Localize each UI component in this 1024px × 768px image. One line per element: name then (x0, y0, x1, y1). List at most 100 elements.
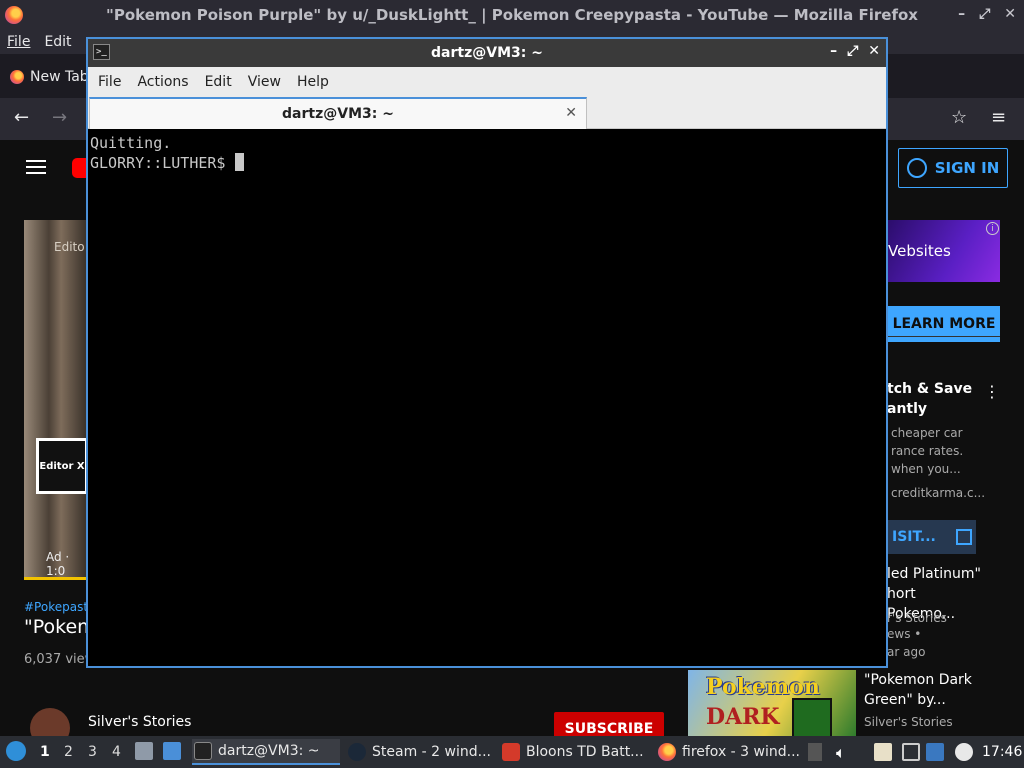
desktop: "Pokemon Poison Purple" by u/_DuskLightt… (0, 0, 1024, 768)
visit-label: ISIT... (892, 529, 936, 545)
recommendation-title[interactable]: "Pokemon Dark Green" by... (864, 670, 1004, 710)
firefox-icon (5, 6, 23, 24)
workspace-1[interactable]: 1 (40, 744, 50, 760)
thumbnail-text-top: Pokemon (706, 674, 820, 700)
app-menu-icon[interactable]: ≡ (991, 107, 1006, 128)
taskbar-task-label: Bloons TD Batt... (526, 744, 644, 760)
terminal-tab[interactable]: dartz@VM3: ~ ✕ (89, 97, 587, 129)
terminal-menubar: File Actions Edit View Help (88, 67, 886, 97)
terminal-menu-actions[interactable]: Actions (129, 74, 196, 90)
terminal-menu-file[interactable]: File (90, 74, 129, 90)
close-icon[interactable]: ✕ (868, 43, 880, 59)
firefox-tab-new-tab[interactable]: New Tab (6, 62, 90, 92)
sign-in-label: SIGN IN (934, 159, 1000, 177)
workspace-3[interactable]: 3 (88, 744, 97, 760)
recommendation-age: ar ago (887, 645, 926, 659)
minimize-icon[interactable]: – (958, 6, 965, 22)
terminal-icon (194, 742, 212, 760)
volume-icon[interactable]: 🔈︎ (836, 743, 854, 762)
terminal-tabbar: dartz@VM3: ~ ✕ (88, 97, 886, 129)
firefox-tab-icon (10, 70, 24, 84)
workspace-2[interactable]: 2 (64, 744, 73, 760)
firefox-menu-file[interactable]: File (7, 34, 30, 50)
firefox-window-title: "Pokemon Poison Purple" by u/_DuskLightt… (106, 6, 918, 24)
clock[interactable]: 17:46 (982, 744, 1022, 760)
thumbnail-text-bottom: DARK (706, 704, 780, 730)
recommendation-channel: Silver's Stories (864, 715, 953, 729)
start-menu-icon[interactable] (6, 741, 26, 761)
terminal-output[interactable]: Quitting. GLORRY::LUTHER$ (88, 129, 886, 666)
player-overlay-text: Edito (54, 240, 85, 254)
taskbar-task-steam[interactable]: Steam - 2 wind... (346, 739, 496, 765)
minimize-icon[interactable]: – (830, 43, 837, 59)
hamburger-menu-icon[interactable] (26, 160, 46, 174)
display-icon[interactable] (902, 743, 920, 761)
terminal-icon: >_ (93, 44, 110, 60)
ad2-description: cheaper car rance rates. when you... (891, 426, 964, 476)
firefox-icon (658, 743, 676, 761)
terminal-prompt: GLORRY::LUTHER$ (90, 154, 226, 172)
firefox-tab-label: New Tab (30, 69, 89, 85)
maximize-icon[interactable]: ⤢ (847, 43, 858, 59)
more-options-icon[interactable]: ⋮ (984, 382, 1000, 401)
channel-row: Silver's Stories SUBSCRIBE (24, 706, 664, 748)
terminal-window-title: dartz@VM3: ~ (431, 45, 543, 61)
video-player[interactable]: Edito Editor X Ad · 1:0 (24, 220, 88, 580)
clipboard-icon[interactable] (874, 743, 892, 761)
channel-name[interactable]: Silver's Stories (88, 714, 191, 730)
info-icon[interactable]: i (986, 222, 999, 235)
external-link-icon (955, 529, 972, 545)
sidebar-ad-banner[interactable]: Vebsites (888, 220, 1000, 282)
terminal-prompt-line: GLORRY::LUTHER$ (90, 153, 884, 173)
ad2-title[interactable]: tch & Save antly (887, 379, 977, 419)
video-progress-bar[interactable] (24, 577, 86, 580)
update-notification-icon[interactable] (926, 743, 944, 761)
taskbar-task-firefox[interactable]: firefox - 3 wind... (656, 739, 804, 765)
maximize-icon[interactable]: ⤢ (979, 6, 990, 22)
terminal-window-controls: – ⤢ ✕ (830, 43, 880, 59)
terminal-menu-edit[interactable]: Edit (197, 74, 240, 90)
recommendation-views: ews • (887, 627, 922, 641)
taskbar: 1 2 3 4 dartz@VM3: ~ Steam - 2 wind... B… (0, 736, 1024, 768)
taskbar-task-label: dartz@VM3: ~ (218, 743, 320, 759)
scroll-icon[interactable] (808, 743, 822, 761)
bookmark-star-icon[interactable]: ☆ (951, 107, 967, 128)
view-count: 6,037 view (24, 652, 96, 667)
firefox-titlebar: "Pokemon Poison Purple" by u/_DuskLightt… (0, 0, 1024, 30)
ad2-domain: creditkarma.c... (891, 486, 986, 500)
back-arrow-icon[interactable]: ← (14, 107, 29, 128)
hashtag-link[interactable]: #Pokepasta (24, 600, 95, 614)
workspace-4[interactable]: 4 (112, 744, 121, 760)
text-cursor (235, 153, 245, 171)
terminal-line: Quitting. (90, 134, 172, 152)
firefox-window-controls: – ⤢ ✕ (958, 6, 1016, 22)
taskbar-task-label: Steam - 2 wind... (372, 744, 491, 760)
divider (888, 336, 1000, 337)
taskbar-task-terminal[interactable]: dartz@VM3: ~ (192, 739, 340, 765)
sign-in-button[interactable]: SIGN IN (898, 148, 1008, 188)
terminal-menu-view[interactable]: View (240, 74, 289, 90)
bloons-icon (502, 743, 520, 761)
video-title: "Pokem (24, 616, 96, 638)
ad-banner-text: Vebsites (888, 242, 951, 260)
file-manager-icon[interactable] (135, 742, 153, 760)
user-icon (906, 158, 927, 178)
close-tab-icon[interactable]: ✕ (565, 105, 577, 121)
forward-arrow-icon[interactable]: → (52, 107, 67, 128)
taskbar-task-label: firefox - 3 wind... (682, 744, 800, 760)
ad-logo-box[interactable]: Editor X (36, 438, 88, 494)
steam-icon (348, 743, 366, 761)
desktop-icon[interactable] (163, 742, 181, 760)
close-icon[interactable]: ✕ (1004, 6, 1016, 22)
terminal-tab-label: dartz@VM3: ~ (282, 106, 394, 122)
steam-tray-icon[interactable] (955, 743, 973, 761)
ad-label: Ad · 1:0 (46, 550, 70, 578)
taskbar-task-bloons[interactable]: Bloons TD Batt... (500, 739, 652, 765)
thumbnail-card-image (792, 698, 832, 738)
terminal-titlebar[interactable]: >_ dartz@VM3: ~ – ⤢ ✕ (88, 39, 886, 67)
recommendation-thumbnail[interactable]: Pokemon DARK (688, 670, 856, 738)
terminal-window: >_ dartz@VM3: ~ – ⤢ ✕ File Actions Edit … (86, 37, 888, 668)
visit-site-button[interactable]: ISIT... (880, 520, 976, 554)
firefox-menu-edit[interactable]: Edit (44, 34, 71, 50)
terminal-menu-help[interactable]: Help (289, 74, 337, 90)
